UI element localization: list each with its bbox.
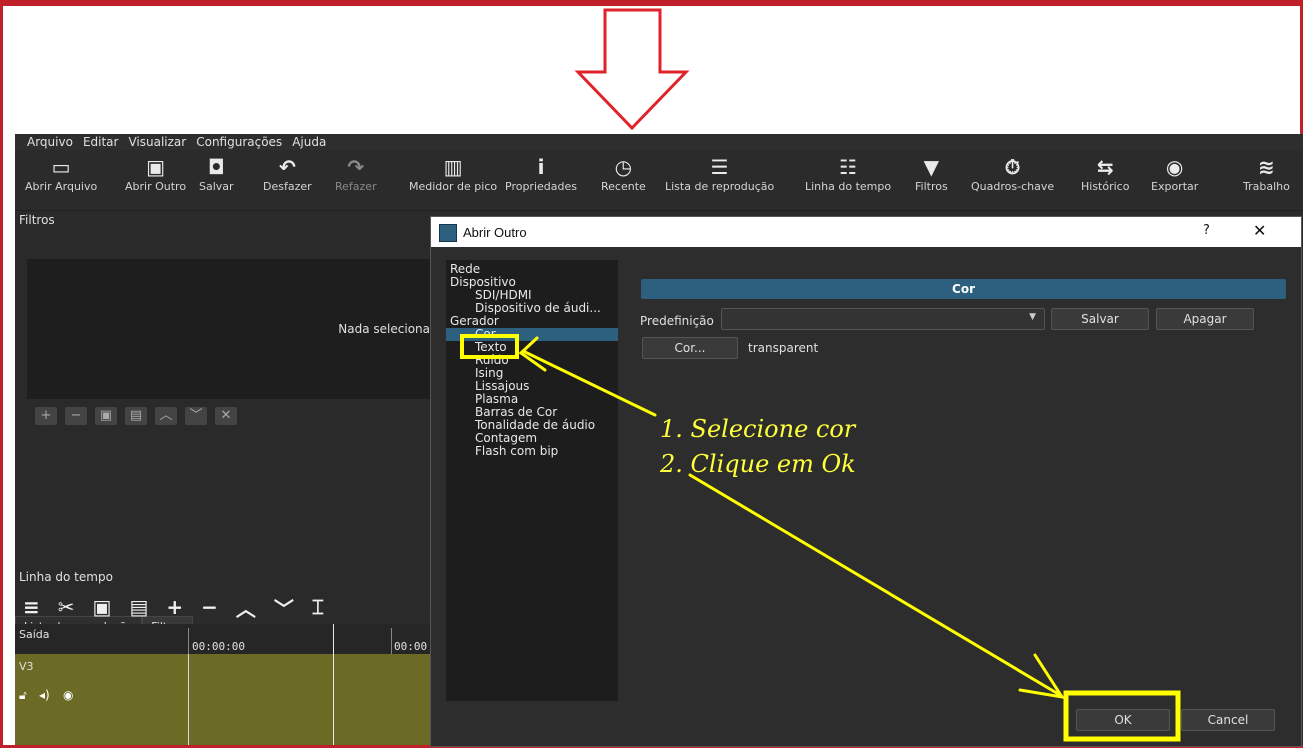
chevron-down-icon: ▼: [1029, 312, 1036, 322]
filtros-button[interactable]: ▼ Filtros: [915, 154, 948, 193]
delete-preset-button[interactable]: Apagar: [1156, 308, 1254, 330]
copy-icon[interactable]: ▣: [93, 595, 112, 619]
ruler-tick: [391, 628, 392, 654]
filter-icon: ▼: [923, 155, 940, 179]
trabalho-button[interactable]: ≋ Trabalho: [1243, 154, 1290, 193]
color-value: transparent: [748, 341, 819, 355]
recente-button[interactable]: ◷ Recente: [601, 154, 646, 193]
medidor-button[interactable]: ▥ Medidor de pico: [409, 154, 497, 193]
preset-label: Predefinição: [640, 314, 714, 328]
cancel-button[interactable]: Cancel: [1181, 709, 1275, 731]
lista-button[interactable]: ☰ Lista de reprodução: [665, 154, 774, 193]
output-label: Saída: [19, 628, 50, 641]
app-icon: [439, 224, 457, 242]
menu-editar[interactable]: Editar: [83, 134, 119, 150]
peak-meter-icon: ▥: [443, 155, 463, 179]
move-down-icon[interactable]: ﹀: [185, 407, 207, 425]
stopwatch-icon: ⏱: [1004, 155, 1021, 179]
close-button[interactable]: ✕: [1253, 221, 1266, 240]
source-tree: Rede Dispositivo SDI/HDMI Dispositivo de…: [446, 260, 618, 701]
remove-filter-icon[interactable]: −: [65, 407, 87, 425]
playhead[interactable]: [333, 624, 334, 745]
timeline-toolbar: ≡ ✂ ▣ ▤ + − ︿ ﹀ ⌶: [15, 592, 430, 622]
menu-ajuda[interactable]: Ajuda: [292, 134, 326, 150]
ripple-delete-icon[interactable]: −: [201, 595, 218, 619]
redo-icon: ↷: [347, 155, 365, 179]
dialog-title: Abrir Outro: [463, 225, 527, 240]
track-divider: [188, 654, 189, 745]
paste-filter-icon[interactable]: ▤: [125, 407, 147, 425]
overwrite-icon[interactable]: ﹀: [274, 593, 294, 622]
exportar-button[interactable]: ◉ Exportar: [1151, 154, 1198, 193]
paste-icon[interactable]: ▤: [129, 595, 148, 619]
timeline-menu-icon[interactable]: ≡: [23, 595, 40, 619]
abrir-outro-dialog: Abrir Outro ? ✕ Rede Dispositivo SDI/HDM…: [430, 216, 1302, 747]
empty-filters-text: Nada seleciona: [338, 322, 430, 336]
lock-icon[interactable]: 🔓︎: [19, 688, 27, 703]
history-icon: ⇆: [1096, 155, 1114, 179]
timeline-icon: ☷: [839, 155, 858, 179]
disc-icon: ◉: [1165, 155, 1184, 179]
ok-button[interactable]: OK: [1076, 709, 1170, 731]
track-name: V3: [19, 660, 34, 673]
copy-filter-icon[interactable]: ▣: [95, 407, 117, 425]
dialog-titlebar: Abrir Outro ? ✕: [431, 217, 1301, 247]
menu-configuracoes[interactable]: Configurações: [196, 134, 282, 150]
historico-button[interactable]: ⇆ Histórico: [1081, 154, 1129, 193]
tree-item-flash[interactable]: Flash com bip: [475, 445, 558, 458]
lift-icon[interactable]: ︿: [236, 593, 256, 622]
quadros-chave-button[interactable]: ⏱ Quadros-chave: [971, 154, 1054, 193]
timeline-title: Linha do tempo: [19, 570, 113, 584]
color-picker-button[interactable]: Cor...: [642, 337, 738, 359]
clock-icon: ◷: [614, 155, 633, 179]
ruler-tick: [188, 628, 189, 654]
cut-icon[interactable]: ✂: [58, 595, 75, 619]
open-other-icon: ▣: [146, 155, 165, 179]
annotation-step1: 1. Selecione cor: [660, 415, 856, 443]
info-icon: i: [537, 155, 545, 179]
timeline-ruler[interactable]: Saída 00:00:00 00:00: [15, 624, 430, 654]
main-toolbar: ▭ Abrir Arquivo ▣ Abrir Outro ◘ Salvar ↶ Des…: [15, 150, 1303, 211]
salvar-button[interactable]: ◘ Salvar: [199, 154, 234, 193]
timecode-label: 00:00: [394, 640, 428, 653]
preset-select[interactable]: ▼: [721, 308, 1045, 330]
folder-icon: ▭: [51, 155, 71, 179]
split-icon[interactable]: ⌶: [312, 595, 324, 619]
abrir-outro-button[interactable]: ▣ Abrir Outro: [125, 154, 186, 193]
save-preset-button[interactable]: Salvar: [1051, 308, 1149, 330]
save-icon: ◘: [207, 155, 225, 179]
append-icon[interactable]: +: [166, 595, 183, 619]
annotation-step2: 2. Clique em Ok: [660, 450, 856, 478]
timecode-label: 00:00:00: [192, 640, 245, 653]
jobs-icon: ≋: [1258, 155, 1275, 179]
filters-list[interactable]: Nada seleciona: [27, 259, 430, 399]
section-header: Cor: [641, 279, 1286, 299]
filters-panel: Filtros Nada seleciona + − ▣ ▤ ︿ ﹀ ✕ Lis…: [15, 211, 430, 638]
menu-arquivo[interactable]: Arquivo: [27, 134, 73, 150]
mute-icon[interactable]: ◂): [39, 688, 50, 702]
abrir-arquivo-button[interactable]: ▭ Abrir Arquivo: [25, 154, 97, 193]
menu-bar: Arquivo Editar Visualizar Configurações …: [15, 134, 1303, 150]
filters-panel-title: Filtros: [19, 213, 55, 227]
add-filter-icon[interactable]: +: [35, 407, 57, 425]
tree-item-cor[interactable]: Cor: [446, 328, 618, 341]
menu-visualizar[interactable]: Visualizar: [128, 134, 186, 150]
desfazer-button[interactable]: ↶ Desfazer: [263, 154, 312, 193]
move-up-icon[interactable]: ︿: [155, 407, 177, 425]
propriedades-button[interactable]: i Propriedades: [505, 154, 577, 193]
deselect-icon[interactable]: ✕: [215, 407, 237, 425]
filters-buttons: + − ▣ ▤ ︿ ﹀ ✕: [35, 407, 237, 425]
undo-icon: ↶: [278, 155, 296, 179]
refazer-button[interactable]: ↷ Refazer: [335, 154, 377, 193]
eye-icon[interactable]: ◉: [63, 688, 73, 702]
help-button[interactable]: ?: [1203, 223, 1210, 238]
linha-do-tempo-button[interactable]: ☷ Linha do tempo: [805, 154, 891, 193]
track-v3[interactable]: V3 🔓︎ ◂) ◉: [15, 654, 430, 745]
playlist-icon: ☰: [710, 155, 729, 179]
